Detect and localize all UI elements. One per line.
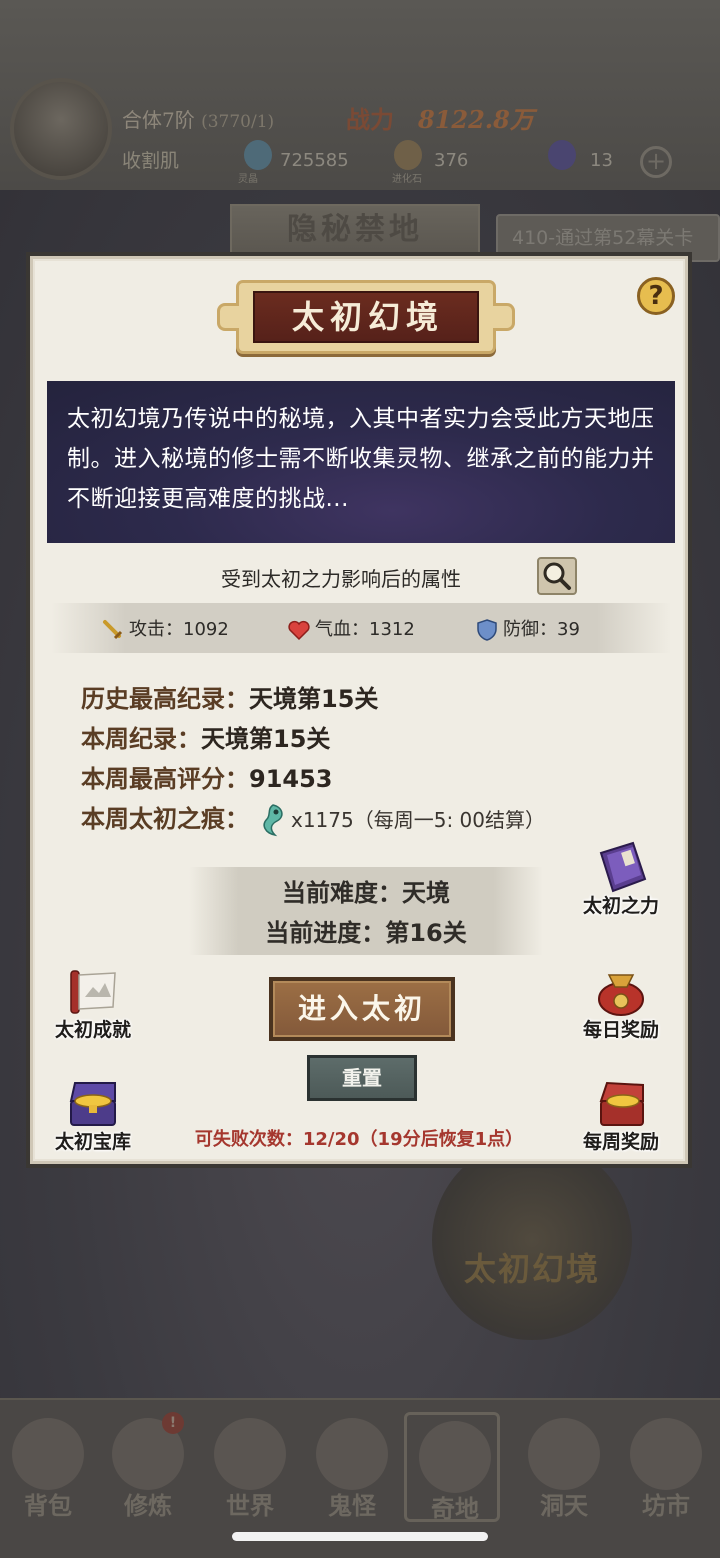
primordial-realm-dialog: 太初幻境 ? 太初幻境乃传说中的秘境，入其中者实力会受此方天地压制。进入秘境的修… (26, 252, 692, 1168)
reward-bag-icon (598, 974, 644, 1016)
shield-icon (477, 619, 497, 641)
daily-reward-button[interactable]: 每日奖励 (573, 963, 669, 1053)
scroll-icon (70, 970, 116, 1014)
enter-realm-button[interactable]: 进入太初 (269, 977, 455, 1041)
realm-emblem-label: 太初幻境 (464, 1250, 601, 1288)
daily-reward-label: 每日奖励 (582, 1019, 659, 1041)
nav-bag[interactable]: 背包 (0, 1412, 96, 1522)
history-record-row: 历史最高纪录：天境第15关 (81, 679, 378, 714)
home-indicator[interactable] (232, 1532, 488, 1541)
palace-icon (419, 1421, 491, 1493)
week-score-value: 91453 (249, 765, 333, 793)
week-record-value: 天境第15关 (201, 725, 331, 753)
affected-attributes-row: 受到太初之力影响后的属性 (33, 557, 685, 597)
evolution-stone-count: 376 (434, 150, 469, 171)
world-icon (214, 1418, 286, 1490)
spirit-crystal-label: 灵晶 (238, 174, 258, 185)
hp-value: 气血：1312 (315, 619, 415, 640)
power-value: 8122.8万 (418, 105, 534, 134)
portal-icon (528, 1418, 600, 1490)
primordial-power-button[interactable]: 太初之力 (573, 839, 669, 929)
week-trace-row: 本周太初之痕： x1175（每周一5: 00结算） (81, 799, 545, 837)
nav-secret-land[interactable]: 奇地 (404, 1412, 500, 1523)
nav-cave[interactable]: 洞天 (516, 1412, 612, 1522)
realm-progress: (3770/1) (201, 112, 275, 132)
player-name: 收割肌 (122, 150, 180, 172)
week-record-row: 本周纪录：天境第15关 (81, 719, 330, 754)
hp-stat: 气血：1312 (287, 615, 415, 642)
section-title: 隐秘禁地 (230, 204, 480, 256)
reward-chest-icon (599, 1081, 644, 1126)
remaining-failures: 可失败次数：12/20（19分后恢复1点） (194, 1129, 524, 1150)
history-record-label: 历史最高纪录： (81, 685, 249, 713)
nav-cultivate[interactable]: ! 修炼 (100, 1412, 196, 1522)
nav-ghost[interactable]: 鬼怪 (304, 1412, 400, 1522)
nav-label: 奇地 (431, 1494, 479, 1523)
evolution-stone-label: 进化石 (392, 174, 422, 185)
realm-emblem[interactable] (432, 1140, 632, 1340)
affected-attributes-label: 受到太初之力影响后的属性 (221, 567, 461, 591)
alert-badge: ! (162, 1412, 184, 1434)
treasure-chest-icon (69, 1082, 116, 1126)
current-difficulty: 当前难度：天境 (282, 879, 450, 907)
reset-button[interactable]: 重置 (307, 1055, 417, 1101)
defense-value: 防御：39 (503, 619, 580, 640)
purple-flame-count: 13 (590, 150, 613, 171)
nav-label: 鬼怪 (328, 1491, 376, 1520)
title-plate: 太初幻境 (217, 283, 515, 351)
title-inner: 太初幻境 (253, 291, 479, 343)
spirit-crystal-icon (244, 140, 272, 170)
bag-icon (12, 1418, 84, 1490)
dialog-body: 太初幻境 ? 太初幻境乃传说中的秘境，入其中者实力会受此方天地压制。进入秘境的修… (30, 256, 688, 1164)
heart-icon (288, 620, 310, 641)
nav-world[interactable]: 世界 (202, 1412, 298, 1522)
player-realm: 合体7阶 (3770/1) (122, 104, 274, 133)
purple-flame-icon (548, 140, 576, 170)
week-trace-count: x1175（每周一5: 00结算） (291, 808, 546, 832)
description-panel: 太初幻境乃传说中的秘境，入其中者实力会受此方天地压制。进入秘境的修士需不断收集灵… (47, 381, 675, 543)
week-score-row: 本周最高评分：91453 (81, 759, 333, 794)
attack-stat: 攻击：1092 (101, 615, 229, 642)
nav-label: 世界 (226, 1491, 274, 1520)
magnifier-button[interactable] (537, 557, 577, 595)
defense-stat: 防御：39 (475, 615, 580, 642)
ghost-icon (316, 1418, 388, 1490)
book-icon (599, 841, 647, 893)
vault-button[interactable]: 太初宝库 (45, 1075, 141, 1165)
difficulty-panel: 当前难度：天境 当前进度：第16关 (189, 867, 543, 955)
power-label: 战力 (346, 105, 394, 134)
week-trace-label: 本周太初之痕： (81, 805, 249, 833)
current-progress: 当前进度：第16关 (265, 919, 467, 947)
title-ornament-left (217, 303, 239, 331)
realm-text: 合体7阶 (122, 108, 195, 132)
achievement-label: 太初成就 (54, 1019, 131, 1041)
stone-icon (394, 140, 422, 170)
enter-realm-label: 进入太初 (297, 992, 426, 1025)
dialog-title: 太初幻境 (291, 298, 444, 336)
nav-label: 洞天 (540, 1491, 588, 1520)
nav-label: 背包 (24, 1491, 72, 1520)
weekly-reward-button[interactable]: 每周奖励 (573, 1075, 669, 1165)
description-text: 太初幻境乃传说中的秘境，入其中者实力会受此方天地压制。进入秘境的修士需不断收集灵… (67, 406, 655, 512)
magnifier-icon (543, 562, 571, 590)
week-score-label: 本周最高评分： (81, 765, 249, 793)
spirit-trace-icon (263, 804, 283, 837)
week-record-label: 本周纪录： (81, 725, 201, 753)
nav-label: 修炼 (124, 1491, 172, 1520)
add-resource-button[interactable]: + (640, 146, 672, 178)
nav-label: 坊市 (642, 1491, 690, 1520)
history-record-value: 天境第15关 (249, 685, 379, 713)
spirit-crystal-count: 725585 (280, 150, 349, 171)
sword-icon (103, 620, 123, 640)
nav-market[interactable]: 坊市 (618, 1412, 714, 1522)
primordial-power-label: 太初之力 (582, 895, 659, 917)
title-ornament-right (493, 303, 515, 331)
market-icon (630, 1418, 702, 1490)
player-avatar[interactable] (10, 78, 112, 180)
help-button[interactable]: ? (637, 277, 675, 315)
stats-bar: 攻击：1092 气血：1312 防御：39 (51, 603, 671, 653)
attack-value: 攻击：1092 (129, 619, 229, 640)
achievement-button[interactable]: 太初成就 (45, 963, 141, 1053)
